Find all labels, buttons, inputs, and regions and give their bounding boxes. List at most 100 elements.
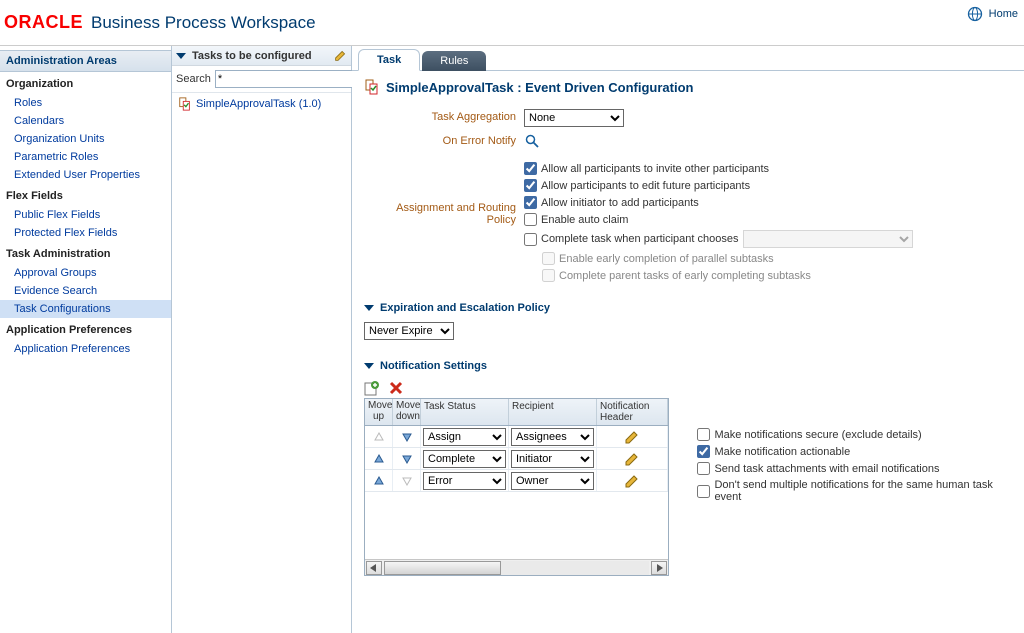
content: Task Rules SimpleApprovalTask : Event Dr…: [352, 46, 1024, 633]
opt-actionable[interactable]: Make notification actionable: [697, 445, 1016, 458]
opt-auto-claim[interactable]: Enable auto claim: [524, 213, 913, 226]
sidebar-item-ext-user-props[interactable]: Extended User Properties: [0, 166, 171, 184]
task-icon: [364, 79, 380, 95]
recipient-select[interactable]: Initiator: [511, 450, 594, 468]
sidebar-item-roles[interactable]: Roles: [0, 94, 171, 112]
search-label: Search: [176, 73, 211, 85]
table-row: Assign Assignees: [365, 426, 668, 448]
section-notification[interactable]: Notification Settings: [364, 360, 1016, 372]
opt-edit-future[interactable]: Allow participants to edit future partic…: [524, 179, 913, 192]
scroll-left-icon[interactable]: [366, 561, 382, 575]
chk-edit-future[interactable]: [524, 179, 537, 192]
edit-header-cell[interactable]: [597, 426, 668, 447]
sel-complete-choose: [743, 230, 913, 248]
home-link[interactable]: Home: [989, 8, 1018, 20]
add-row-icon[interactable]: [364, 380, 380, 396]
group-flex-fields: Flex Fields: [0, 184, 171, 206]
tasks-configured-title: Tasks to be configured: [192, 50, 330, 62]
page-title-text: SimpleApprovalTask : Event Driven Config…: [386, 80, 693, 95]
sidebar-item-public-flex[interactable]: Public Flex Fields: [0, 206, 171, 224]
disclose-icon[interactable]: [176, 53, 186, 59]
task-aggregation-label: Task Aggregation: [364, 109, 524, 123]
horizontal-scrollbar[interactable]: [365, 559, 668, 575]
chk-no-dup[interactable]: [697, 485, 710, 498]
opt-parent-early: Complete parent tasks of early completin…: [542, 269, 913, 282]
notification-side-options: Make notifications secure (exclude detai…: [697, 398, 1016, 507]
tab-rules[interactable]: Rules: [422, 51, 486, 71]
sidebar-title: Administration Areas: [0, 50, 171, 72]
chk-secure[interactable]: [697, 428, 710, 441]
move-up-cell[interactable]: [365, 470, 393, 491]
move-down-cell[interactable]: [393, 470, 421, 491]
tab-bar: Task Rules: [352, 46, 1024, 70]
routing-options: Allow all participants to invite other p…: [524, 162, 913, 282]
sidebar-item-task-configurations[interactable]: Task Configurations: [0, 300, 171, 318]
task-tree-item[interactable]: SimpleApprovalTask (1.0): [172, 93, 351, 115]
status-select[interactable]: Complete: [423, 450, 506, 468]
admin-sidebar: Administration Areas Organization Roles …: [0, 46, 172, 633]
scroll-track[interactable]: [384, 561, 649, 575]
chk-complete-choose[interactable]: [524, 233, 537, 246]
assignment-routing-label: Assignment and Routing Policy: [364, 162, 524, 226]
task-list-panel: Tasks to be configured Search SimpleAppr…: [172, 46, 352, 633]
disclose-icon[interactable]: [364, 305, 374, 311]
move-up-cell[interactable]: [365, 448, 393, 469]
group-task-admin: Task Administration: [0, 242, 171, 264]
opt-complete-choose[interactable]: Complete task when participant chooses: [524, 230, 913, 248]
delete-row-icon[interactable]: [388, 380, 404, 396]
chk-attach[interactable]: [697, 462, 710, 475]
chk-early-parallel: [542, 252, 555, 265]
notification-toolbar: [364, 380, 1016, 396]
opt-attach[interactable]: Send task attachments with email notific…: [697, 462, 1016, 475]
sidebar-item-evidence-search[interactable]: Evidence Search: [0, 282, 171, 300]
workspace-title: Business Process Workspace: [91, 13, 316, 33]
magnifier-icon[interactable]: [524, 133, 540, 149]
sidebar-item-app-prefs[interactable]: Application Preferences: [0, 340, 171, 358]
chk-auto-claim[interactable]: [524, 213, 537, 226]
move-up-cell[interactable]: [365, 426, 393, 447]
sidebar-item-approval-groups[interactable]: Approval Groups: [0, 264, 171, 282]
table-row: Complete Initiator: [365, 448, 668, 470]
opt-early-parallel: Enable early completion of parallel subt…: [542, 252, 913, 265]
notification-table: Move up Move down Task Status Recipient …: [364, 398, 669, 576]
move-down-cell[interactable]: [393, 448, 421, 469]
edit-icon[interactable]: [334, 49, 347, 62]
section-expiration[interactable]: Expiration and Escalation Policy: [364, 302, 1016, 314]
chk-initiator-add[interactable]: [524, 196, 537, 209]
chk-invite[interactable]: [524, 162, 537, 175]
group-organization: Organization: [0, 72, 171, 94]
chk-actionable[interactable]: [697, 445, 710, 458]
table-header: Move up Move down Task Status Recipient …: [365, 399, 668, 426]
opt-invite[interactable]: Allow all participants to invite other p…: [524, 162, 913, 175]
recipient-select[interactable]: Owner: [511, 472, 594, 490]
sidebar-item-parametric-roles[interactable]: Parametric Roles: [0, 148, 171, 166]
opt-secure[interactable]: Make notifications secure (exclude detai…: [697, 428, 1016, 441]
status-select[interactable]: Error: [423, 472, 506, 490]
edit-header-cell[interactable]: [597, 470, 668, 491]
status-select[interactable]: Assign: [423, 428, 506, 446]
tab-task[interactable]: Task: [358, 49, 420, 71]
scroll-right-icon[interactable]: [651, 561, 667, 575]
oracle-logo: ORACLE: [4, 12, 83, 33]
disclose-icon[interactable]: [364, 363, 374, 369]
opt-initiator-add[interactable]: Allow initiator to add participants: [524, 196, 913, 209]
opt-no-dup[interactable]: Don't send multiple notifications for th…: [697, 479, 1016, 503]
chk-parent-early: [542, 269, 555, 282]
table-row: Error Owner: [365, 470, 668, 492]
scroll-thumb[interactable]: [384, 561, 501, 575]
search-input[interactable]: [215, 70, 363, 88]
sidebar-item-org-units[interactable]: Organization Units: [0, 130, 171, 148]
search-row: Search: [172, 66, 351, 93]
recipient-select[interactable]: Assignees: [511, 428, 594, 446]
expiration-select[interactable]: Never Expire: [364, 322, 454, 340]
globe-icon[interactable]: [967, 6, 983, 22]
task-icon: [178, 97, 192, 111]
sidebar-item-calendars[interactable]: Calendars: [0, 112, 171, 130]
task-tree-label: SimpleApprovalTask (1.0): [196, 98, 321, 110]
move-down-cell[interactable]: [393, 426, 421, 447]
group-app-prefs: Application Preferences: [0, 318, 171, 340]
edit-header-cell[interactable]: [597, 448, 668, 469]
task-aggregation-select[interactable]: None: [524, 109, 624, 127]
sidebar-item-protected-flex[interactable]: Protected Flex Fields: [0, 224, 171, 242]
page-title: SimpleApprovalTask : Event Driven Config…: [364, 79, 1016, 95]
